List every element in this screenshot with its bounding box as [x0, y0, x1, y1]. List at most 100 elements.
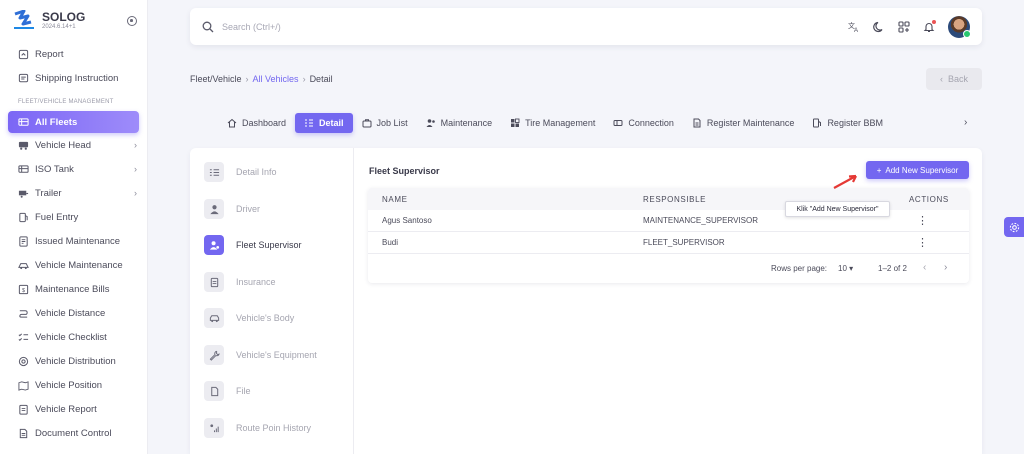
chevron-right-icon: ›	[134, 188, 137, 198]
search-input[interactable]	[222, 21, 848, 32]
notification-bell-icon[interactable]	[923, 19, 936, 33]
vnav-item-file[interactable]: File	[204, 381, 251, 401]
chevron-right-icon: ›	[134, 164, 137, 174]
cell-name: Budi	[382, 238, 399, 247]
detail-card: Detail Info Driver Fleet Supervisor Insu…	[190, 148, 982, 454]
sidebar-item-vehicle-report[interactable]: Vehicle Report	[0, 397, 147, 421]
sidebar-item-vehicle-distribution[interactable]: Vehicle Distribution	[0, 349, 147, 373]
breadcrumb-current: Detail	[309, 74, 333, 84]
sidebar-item-issued-maintenance[interactable]: Issued Maintenance	[0, 229, 147, 253]
fleet-icon	[18, 117, 29, 126]
translate-icon[interactable]: 文A	[848, 21, 860, 33]
trailer-icon	[18, 190, 29, 198]
vnav-item-driver[interactable]: Driver	[204, 199, 260, 219]
document-icon	[19, 428, 28, 438]
file-icon	[210, 386, 218, 396]
sidebar-section-title: FLEET/VEHICLE MANAGEMENT	[18, 99, 114, 105]
brand[interactable]: SOLOG 2024.6.14+1	[0, 0, 147, 36]
sidebar-item-report[interactable]: Report	[0, 42, 147, 66]
sidebar-item-trailer[interactable]: Trailer ›	[0, 181, 147, 205]
rows-per-page-label: Rows per page:	[771, 264, 828, 273]
vnav-label: Fleet Supervisor	[236, 240, 302, 250]
sidebar-item-fuel-entry[interactable]: Fuel Entry	[0, 205, 147, 229]
table-row[interactable]: Budi FLEET_SUPERVISOR ⋮	[368, 232, 969, 254]
sidebar-item-label: ISO Tank	[35, 163, 74, 175]
rows-per-page-select[interactable]: 10 ▾	[838, 264, 853, 273]
add-new-supervisor-button[interactable]: + Add New Supervisor	[866, 161, 969, 179]
sidebar-item-document-control[interactable]: Document Control	[0, 421, 147, 445]
sidebar-toggle-icon[interactable]	[127, 16, 137, 26]
vnav-item-fleet-supervisor[interactable]: Fleet Supervisor	[204, 235, 302, 255]
connection-icon	[613, 120, 623, 126]
sidebar-item-vehicle-distance[interactable]: Vehicle Distance	[0, 301, 147, 325]
next-page-icon[interactable]: ›	[944, 262, 947, 273]
sidebar-item-vehicle-checklist[interactable]: Vehicle Checklist	[0, 325, 147, 349]
sidebar-item-label: Vehicle Distance	[35, 307, 106, 319]
tab-register-maintenance[interactable]: Register Maintenance	[683, 113, 804, 133]
vnav-item-detail-info[interactable]: Detail Info	[204, 162, 277, 182]
customizer-gear-icon[interactable]	[1004, 217, 1024, 237]
annotation-arrow	[833, 174, 857, 189]
sidebar-item-vehicle-position[interactable]: Vehicle Position	[0, 373, 147, 397]
tab-job-list[interactable]: Job List	[353, 113, 417, 133]
tab-connection[interactable]: Connection	[604, 113, 683, 133]
sidebar-item-iso-tank[interactable]: ISO Tank ›	[0, 157, 147, 181]
sidebar-item-all-fleets[interactable]: All Fleets	[8, 111, 139, 133]
tab-register-bbm[interactable]: Register BBM	[803, 113, 892, 133]
column-header-responsible[interactable]: RESPONSIBLE	[643, 195, 706, 204]
home-icon	[227, 118, 237, 128]
user-avatar[interactable]	[948, 15, 971, 38]
route-history-icon	[209, 423, 219, 432]
tire-icon	[511, 118, 520, 127]
sidebar-nav: Report Shipping Instruction FLEET/VEHICL…	[0, 42, 147, 445]
breadcrumb-root[interactable]: Fleet/Vehicle	[190, 74, 242, 84]
detail-vertical-nav: Detail Info Driver Fleet Supervisor Insu…	[190, 148, 354, 454]
more-actions-icon[interactable]: ⋮	[917, 237, 928, 248]
prev-page-icon[interactable]: ‹	[923, 262, 926, 273]
sidebar-item-label: All Fleets	[35, 116, 78, 128]
more-actions-icon[interactable]: ⋮	[917, 215, 928, 226]
tab-label: Connection	[628, 118, 674, 128]
vnav-item-insurance[interactable]: Insurance	[204, 272, 276, 292]
vnav-label: Driver	[236, 204, 260, 214]
truck-icon	[18, 141, 29, 150]
vnav-item-vehicles-body[interactable]: Vehicle's Body	[204, 308, 294, 328]
sidebar-item-shipping-instruction[interactable]: Shipping Instruction	[0, 66, 147, 90]
pagination-range: 1–2 of 2	[878, 264, 907, 273]
vehicle-report-icon	[19, 404, 28, 415]
vnav-item-route-poin-history[interactable]: Route Poin History	[204, 418, 311, 438]
vehicle-maintenance-icon	[18, 262, 29, 269]
car-icon	[209, 314, 219, 322]
chevron-right-icon: ›	[134, 140, 137, 150]
issued-maintenance-icon	[19, 235, 28, 247]
shipping-instruction-icon	[18, 73, 29, 82]
tabs-scroll-right-icon[interactable]: ›	[964, 117, 967, 128]
sidebar-item-maintenance-bills[interactable]: $ Maintenance Bills	[0, 277, 147, 301]
theme-moon-icon[interactable]	[873, 21, 885, 33]
brand-version: 2024.6.14+1	[42, 24, 76, 30]
breadcrumb-link-all-vehicles[interactable]: All Vehicles	[253, 74, 299, 84]
bills-icon: $	[18, 284, 29, 294]
sidebar-item-vehicle-head[interactable]: Vehicle Head ›	[0, 133, 147, 157]
tab-detail[interactable]: Detail	[295, 113, 353, 133]
tab-label: Tire Management	[525, 118, 596, 128]
shortcuts-grid-icon[interactable]	[898, 20, 910, 33]
tab-tire-management[interactable]: Tire Management	[501, 113, 604, 133]
sidebar-item-vehicle-maintenance[interactable]: Vehicle Maintenance	[0, 253, 147, 277]
users-icon	[426, 119, 435, 127]
breadcrumb: Fleet/Vehicle › All Vehicles › Detail	[190, 74, 333, 84]
sidebar-item-label: Document Control	[35, 427, 112, 439]
vnav-label: Vehicle's Body	[236, 313, 295, 323]
svg-text:A: A	[854, 28, 858, 33]
report-icon	[18, 49, 29, 59]
column-header-name[interactable]: NAME	[382, 195, 408, 204]
breadcrumb-separator: ›	[245, 74, 249, 84]
tab-maintenance[interactable]: Maintenance	[417, 113, 502, 133]
annotation-tooltip: Klik "Add New Supervisor"	[785, 201, 890, 217]
vnav-item-vehicles-equipment[interactable]: Vehicle's Equipment	[204, 345, 317, 365]
person-icon	[209, 204, 219, 214]
sidebar-item-label: Fuel Entry	[35, 211, 79, 223]
tab-dashboard[interactable]: Dashboard	[218, 113, 295, 133]
back-button[interactable]: ‹ Back	[926, 68, 982, 90]
distance-icon	[19, 309, 28, 318]
